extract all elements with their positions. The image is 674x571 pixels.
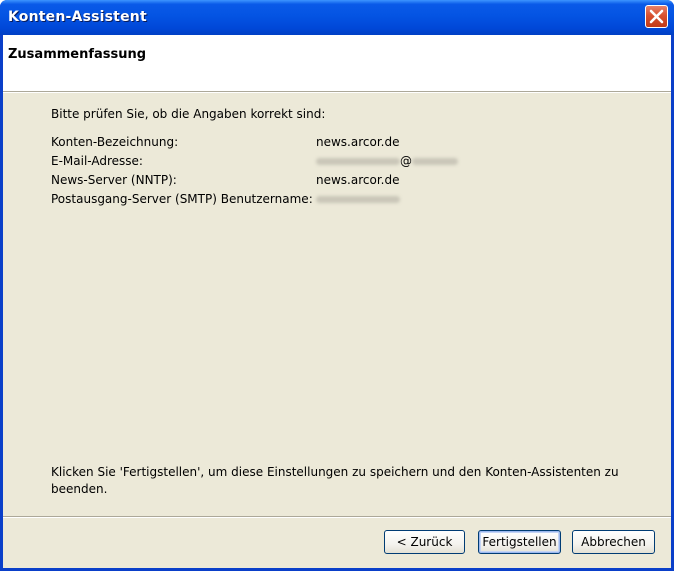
news-server-value: news.arcor.de <box>316 173 400 187</box>
footer-divider <box>3 516 671 518</box>
close-icon <box>649 9 664 24</box>
window-title: Konten-Assistent <box>8 9 147 25</box>
account-name-label: Konten-Bezeichnung: <box>51 135 179 149</box>
smtp-username-value <box>316 192 400 206</box>
back-button[interactable]: < Zurück <box>384 530 465 554</box>
redacted-username <box>316 196 400 203</box>
footer-text-line1: Klicken Sie 'Fertigstellen', um diese Ei… <box>51 465 619 479</box>
wizard-window: Konten-Assistent Zusammenfassung Bitte p… <box>0 0 674 571</box>
close-button[interactable] <box>645 5 668 28</box>
email-label: E-Mail-Adresse: <box>51 154 143 168</box>
page-title: Zusammenfassung <box>8 47 147 62</box>
header-divider <box>3 91 671 93</box>
email-at-sign: @ <box>400 154 412 168</box>
title-bar[interactable]: Konten-Assistent <box>0 0 674 35</box>
smtp-username-label: Postausgang-Server (SMTP) Benutzername: <box>51 192 313 206</box>
email-value: @ <box>316 154 458 168</box>
intro-text: Bitte prüfen Sie, ob die Angaben korrekt… <box>51 107 326 121</box>
dialog-body: Zusammenfassung Bitte prüfen Sie, ob die… <box>3 35 671 568</box>
news-server-label: News-Server (NNTP): <box>51 173 177 187</box>
finish-button[interactable]: Fertigstellen <box>478 530 561 554</box>
page-header: Zusammenfassung <box>3 35 671 91</box>
footer-text-line2: beenden. <box>51 482 108 496</box>
redacted-email-domain <box>412 158 458 165</box>
cancel-button[interactable]: Abbrechen <box>572 530 655 554</box>
account-name-value: news.arcor.de <box>316 135 400 149</box>
redacted-email-user <box>316 158 400 165</box>
